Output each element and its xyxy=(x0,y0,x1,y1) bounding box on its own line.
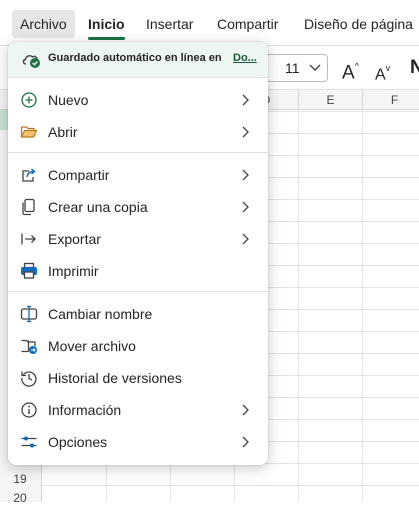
grow-font-glyph: A xyxy=(342,62,355,84)
font-size-dropdown[interactable]: 11 xyxy=(266,54,328,82)
folder-open-icon xyxy=(20,126,38,138)
chevron-right-icon xyxy=(242,201,249,213)
menu-item-label: Abrir xyxy=(48,124,78,140)
info-icon xyxy=(21,402,37,418)
share-icon xyxy=(22,168,36,182)
menu-item-abrir[interactable]: Abrir xyxy=(8,116,268,148)
grow-font-button[interactable]: A^ xyxy=(342,56,359,85)
column-header-e[interactable]: E xyxy=(298,90,362,110)
row-header-20[interactable]: 20 xyxy=(0,491,40,505)
autosave-location-link[interactable]: Do... xyxy=(233,52,257,64)
partial-toolbar-glyph: N xyxy=(410,57,419,78)
column-divider xyxy=(362,90,363,502)
menu-item-label: Información xyxy=(48,402,122,418)
chevron-right-icon xyxy=(242,436,249,448)
tab-diseno-de-pagina[interactable]: Diseño de página xyxy=(304,10,413,38)
rename-icon xyxy=(20,305,38,323)
ribbon-tabs: Archivo Inicio Insertar Compartir Diseño… xyxy=(0,0,419,46)
menu-item-label: Imprimir xyxy=(48,263,99,279)
chevron-right-icon xyxy=(242,233,249,245)
font-size-value: 11 xyxy=(285,60,300,76)
menu-item-compartir[interactable]: Compartir xyxy=(8,159,268,191)
printer-icon xyxy=(21,262,37,279)
menu-separator xyxy=(8,291,268,292)
menu-item-label: Cambiar nombre xyxy=(48,306,153,322)
menu-item-nuevo[interactable]: Nuevo xyxy=(8,84,268,116)
menu-item-label: Nuevo xyxy=(48,92,89,108)
menu-separator xyxy=(8,152,268,153)
partial-toolbar-button[interactable]: N xyxy=(410,56,419,80)
chevron-right-icon xyxy=(242,94,249,106)
menu-item-label: Historial de versiones xyxy=(48,370,182,386)
menu-item-label: Exportar xyxy=(48,231,101,247)
move-folder-icon xyxy=(21,339,37,354)
menu-item-informacion[interactable]: Información xyxy=(8,394,268,426)
row-header-19[interactable]: 19 xyxy=(0,472,40,486)
tab-insertar[interactable]: Insertar xyxy=(146,10,193,38)
column-header-f[interactable]: F xyxy=(362,90,419,110)
chevron-down-icon xyxy=(309,64,321,71)
caret-down-icon: v xyxy=(385,63,391,73)
plus-circle-icon xyxy=(21,92,37,108)
autosave-status: Guardado automático en línea en Do... xyxy=(8,42,268,78)
chevron-right-icon xyxy=(242,169,249,181)
tab-compartir[interactable]: Compartir xyxy=(217,10,278,38)
shrink-font-glyph: A xyxy=(375,66,386,84)
tab-inicio[interactable]: Inicio xyxy=(88,10,125,40)
export-icon xyxy=(21,233,36,245)
shrink-font-button[interactable]: Av xyxy=(375,58,390,87)
menu-item-mover-archivo[interactable]: Mover archivo xyxy=(8,330,268,362)
chevron-right-icon xyxy=(242,404,249,416)
chevron-right-icon xyxy=(242,126,249,138)
menu-item-label: Compartir xyxy=(48,167,110,183)
copy-icon xyxy=(22,198,35,216)
menu-item-imprimir[interactable]: Imprimir xyxy=(8,255,268,287)
menu-item-label: Crear una copia xyxy=(48,199,148,215)
history-icon xyxy=(21,371,37,387)
tab-archivo[interactable]: Archivo xyxy=(12,10,75,38)
menu-item-cambiar-nombre[interactable]: Cambiar nombre xyxy=(8,298,268,330)
menu-item-label: Opciones xyxy=(48,434,108,450)
menu-item-crear-una-copia[interactable]: Crear una copia xyxy=(8,191,268,223)
menu-item-exportar[interactable]: Exportar xyxy=(8,223,268,255)
settings-sliders-icon xyxy=(21,436,37,448)
cloud-saved-icon xyxy=(22,55,40,68)
caret-up-icon: ^ xyxy=(354,61,359,71)
autosave-status-text: Guardado automático en línea en xyxy=(48,52,222,64)
column-divider xyxy=(298,90,299,502)
menu-item-label: Mover archivo xyxy=(48,338,136,354)
menu-item-historial-de-versiones[interactable]: Historial de versiones xyxy=(8,362,268,394)
file-menu: Guardado automático en línea en Do... Nu… xyxy=(8,42,268,465)
menu-item-opciones[interactable]: Opciones xyxy=(8,426,268,458)
